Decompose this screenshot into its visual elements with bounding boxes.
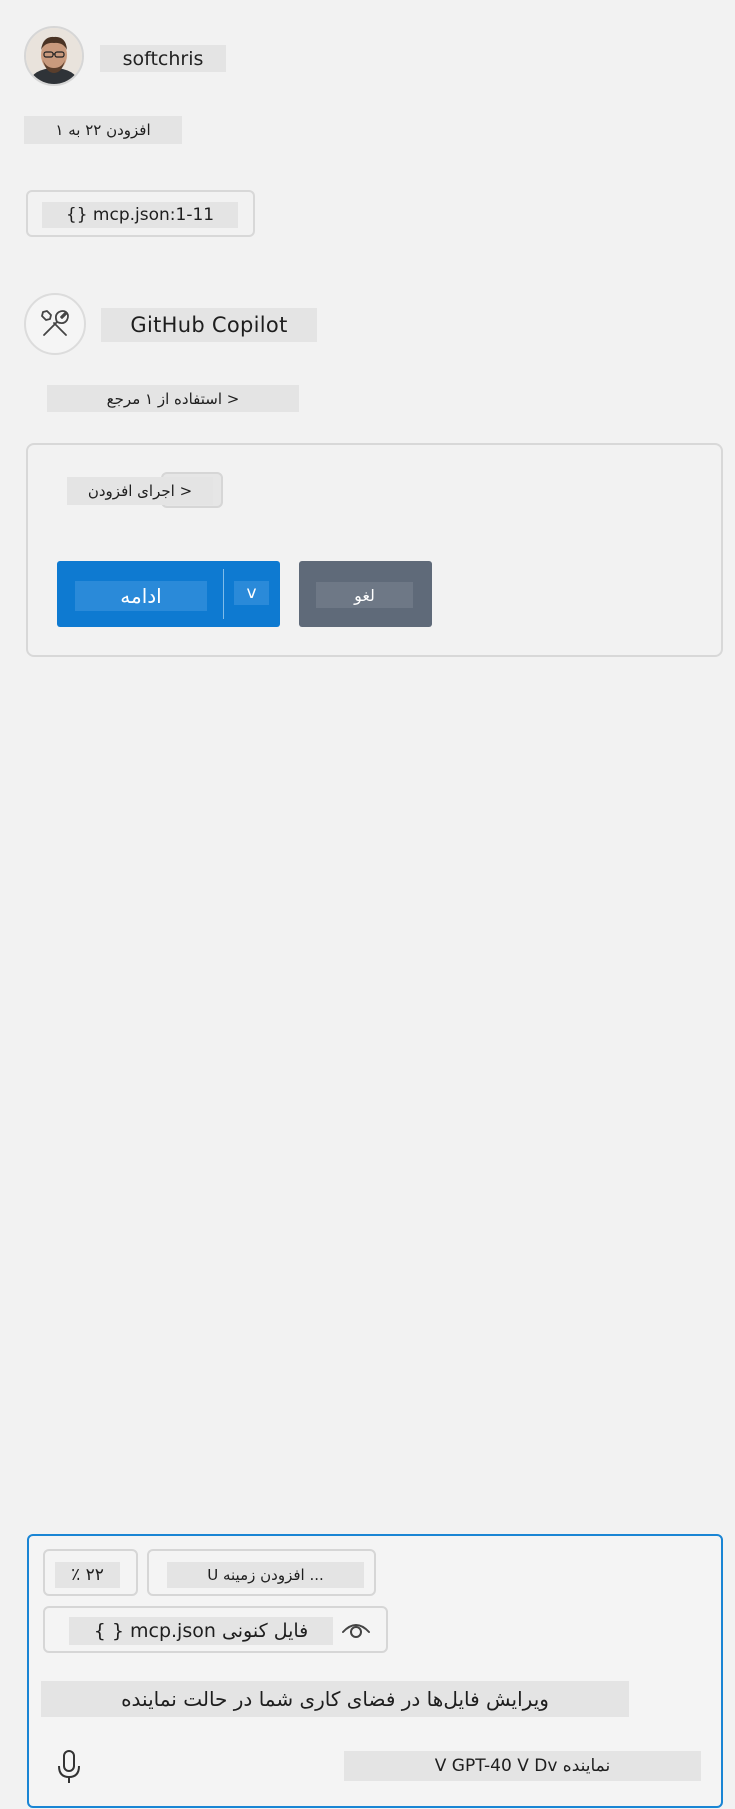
continue-label: ادامه — [75, 581, 207, 611]
assistant-name: GitHub Copilot — [101, 308, 317, 342]
user-avatar-photo — [26, 28, 82, 84]
tools-icon — [41, 310, 69, 336]
cancel-label: لغو — [316, 582, 413, 608]
agent-mode-selector[interactable]: V GPT-40 V Dv نماینده — [344, 1751, 701, 1781]
context-usage-value: ٪ ۲۲ — [55, 1562, 120, 1588]
chat-input-placeholder[interactable]: ویرایش فایل‌ها در فضای کاری شما در حالت … — [41, 1681, 629, 1717]
current-file-label: { } mcp.json فایل کنونی — [69, 1617, 333, 1645]
references-toggle[interactable]: < استفاده از ۱ مرجع — [47, 385, 299, 412]
run-command-label[interactable]: < اجرای افزودن — [67, 477, 213, 505]
copilot-avatar — [24, 293, 86, 355]
continue-dropdown-button[interactable]: v — [234, 581, 269, 605]
add-context-button[interactable]: ... افزودن زمینه U — [147, 1549, 376, 1596]
microphone-icon[interactable] — [55, 1749, 83, 1785]
user-avatar — [24, 26, 84, 86]
current-file-pill[interactable]: { } mcp.json فایل کنونی — [43, 1606, 388, 1653]
context-usage-pill[interactable]: ٪ ۲۲ — [43, 1549, 138, 1596]
username: softchris — [100, 45, 226, 72]
add-context-label: ... افزودن زمینه U — [167, 1562, 364, 1588]
added-files-summary: افزودن ۲۲ به ۱ — [24, 116, 182, 144]
file-reference-card[interactable]: {} mcp.json:1-11 — [26, 190, 255, 237]
cancel-button[interactable]: لغو — [299, 561, 432, 627]
continue-button[interactable]: ادامه v — [57, 561, 280, 627]
eye-icon[interactable] — [340, 1616, 372, 1644]
file-reference-label: {} mcp.json:1-11 — [42, 202, 238, 228]
button-divider — [223, 569, 224, 619]
